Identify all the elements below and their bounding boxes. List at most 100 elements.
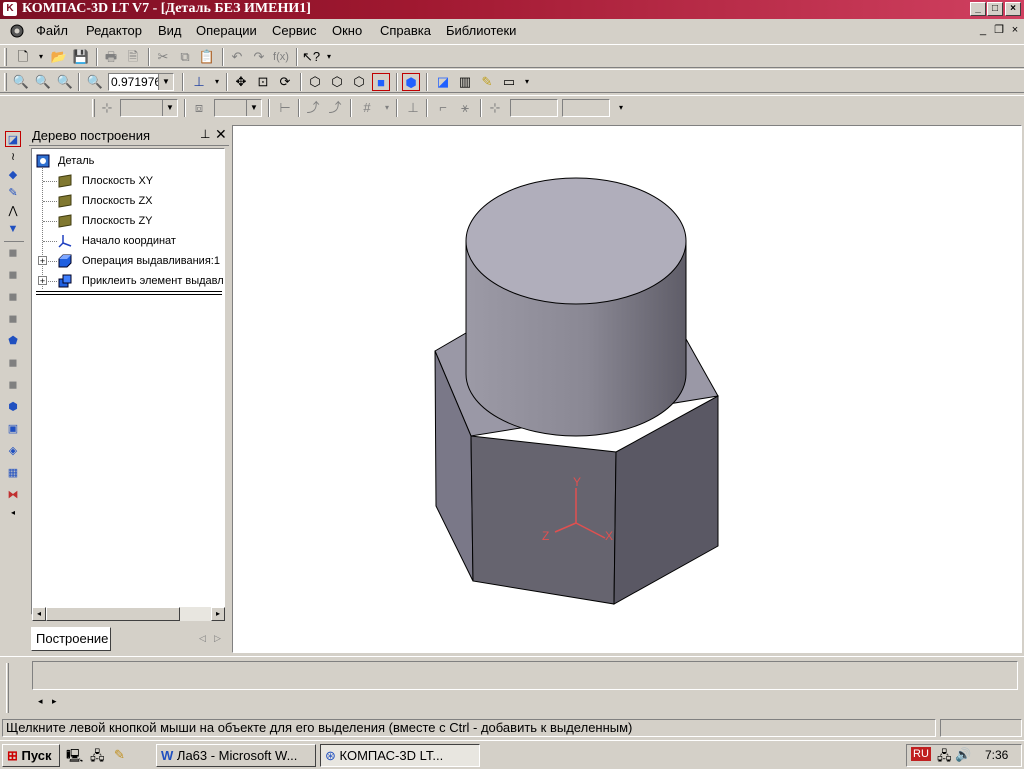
chevron-down-icon[interactable]: ▼ xyxy=(246,100,261,116)
print-preview-icon[interactable]: 🗎 xyxy=(124,48,142,66)
rib-icon[interactable]: ◈ xyxy=(5,443,21,459)
cut-revolve-icon[interactable]: ◼ xyxy=(5,355,21,371)
volume-icon[interactable]: 🔊 xyxy=(955,747,971,763)
revolve-icon[interactable]: ◼ xyxy=(5,267,21,283)
expand-icon[interactable]: + xyxy=(38,276,47,286)
dropdown-arrow-icon[interactable]: ▾ xyxy=(32,48,50,66)
shell-icon[interactable]: ▣ xyxy=(5,421,21,437)
doc-restore-button[interactable]: ❐ xyxy=(992,23,1006,37)
chevron-down-icon[interactable]: ▼ xyxy=(158,74,173,90)
round-icon[interactable]: ⌐ xyxy=(434,99,452,117)
prop-scroll-right-icon[interactable]: ▸ xyxy=(52,696,57,707)
menu-service[interactable]: Сервис xyxy=(272,23,317,39)
snap-magnet-icon[interactable]: ⤴ xyxy=(326,99,344,117)
rotate-icon[interactable]: ⟳ xyxy=(276,73,294,91)
undo-icon[interactable]: ↶ xyxy=(228,48,246,66)
pin-icon[interactable]: ⊥ xyxy=(200,127,210,141)
ortho-icon[interactable]: ⊥ xyxy=(404,99,422,117)
menu-operations[interactable]: Операции xyxy=(196,23,257,39)
zoom-combo[interactable]: 0.971976 ▼ xyxy=(108,73,174,91)
dropdown-arrow-icon[interactable]: ▾ xyxy=(320,48,338,66)
model-canvas[interactable]: Y X Z xyxy=(233,126,1021,652)
start-button[interactable]: ⊞ Пуск xyxy=(2,744,60,767)
snap-point-icon[interactable]: ⊹ xyxy=(98,99,116,117)
menu-editor[interactable]: Редактор xyxy=(86,23,142,39)
menu-help[interactable]: Справка xyxy=(380,23,431,39)
network-icon[interactable]: 🖧 xyxy=(937,747,952,769)
cut-extrude-icon[interactable]: ⬟ xyxy=(5,333,21,349)
zoom-scale-icon[interactable]: 🔍 xyxy=(86,73,104,91)
surfaces-icon[interactable]: ◆ xyxy=(5,167,21,183)
print-icon[interactable]: 🖶 xyxy=(102,48,120,66)
scroll-thumb[interactable] xyxy=(46,607,180,621)
snap-angle-icon[interactable]: ⤴ xyxy=(304,99,322,117)
task-word[interactable]: W Ла63 - Microsoft W... xyxy=(156,744,316,767)
coord-combo-2[interactable]: ▼ xyxy=(214,99,262,117)
document-menu-icon[interactable] xyxy=(8,23,26,39)
fillet-icon[interactable]: ⬢ xyxy=(5,399,21,415)
part-icon[interactable]: ◪ xyxy=(434,73,452,91)
filter-icon[interactable]: ▼ xyxy=(5,221,21,237)
dropdown-arrow-icon[interactable]: ▾ xyxy=(518,73,536,91)
kinematic-icon[interactable]: ◼ xyxy=(5,289,21,305)
tab-scroll-right-icon[interactable]: ▷ xyxy=(214,633,221,644)
property-bar[interactable] xyxy=(32,661,1018,690)
orientation-icon[interactable]: ⊥ xyxy=(190,73,208,91)
sketch-icon[interactable]: ▥ xyxy=(456,73,474,91)
hidden-lines-icon[interactable]: ⬡ xyxy=(328,73,346,91)
cut-kinematic-icon[interactable]: ◼ xyxy=(5,377,21,393)
hidden-thin-lines-icon[interactable]: ⬡ xyxy=(350,73,368,91)
quicklaunch-desktop-icon[interactable]: 🖧 xyxy=(90,747,105,769)
cursor-y-field[interactable] xyxy=(562,99,610,117)
task-kompas[interactable]: ⊛ КОМПАС-3D LT... xyxy=(320,744,480,767)
maximize-button[interactable]: □ xyxy=(987,2,1003,16)
save-icon[interactable]: 💾 xyxy=(72,48,90,66)
menu-libraries[interactable]: Библиотеки xyxy=(446,23,516,39)
chevron-down-icon[interactable]: ▼ xyxy=(162,100,177,116)
mirror-icon[interactable]: ⧓ xyxy=(5,487,21,503)
scroll-left-button[interactable]: ◂ xyxy=(32,607,46,621)
shaded-icon[interactable]: ■ xyxy=(372,73,390,91)
perspective-icon[interactable]: ⬢ xyxy=(402,73,420,91)
open-folder-icon[interactable]: 📂 xyxy=(50,48,68,66)
tab-scroll-left-icon[interactable]: ◁ xyxy=(199,633,206,644)
prop-scroll-left-icon[interactable]: ◂ xyxy=(38,696,43,707)
zoom-window-icon[interactable]: 🔍 xyxy=(12,73,30,91)
variables-icon[interactable]: f(x) xyxy=(272,48,290,66)
language-indicator[interactable]: RU xyxy=(911,747,931,761)
loft-icon[interactable]: ◼ xyxy=(5,311,21,327)
context-help-icon[interactable]: ↖? xyxy=(302,48,320,66)
minimize-button[interactable]: _ xyxy=(970,2,986,16)
close-icon[interactable]: ✕ xyxy=(215,126,227,143)
menu-window[interactable]: Окно xyxy=(332,23,362,39)
measure-icon[interactable]: ⋀ xyxy=(5,203,21,219)
spatial-curves-icon[interactable]: ≀ xyxy=(5,149,21,165)
tree-hscrollbar[interactable]: ◂ ▸ xyxy=(32,607,225,621)
dropdown-arrow-icon[interactable]: ▾ xyxy=(612,99,630,117)
scroll-right-button[interactable]: ▸ xyxy=(211,607,225,621)
new-document-icon[interactable]: 🗋 xyxy=(14,48,32,66)
zoom-in-icon[interactable]: 🔍 xyxy=(34,73,52,91)
doc-minimize-button[interactable]: _ xyxy=(976,23,990,37)
fit-all-icon[interactable]: ⊡ xyxy=(254,73,272,91)
array-icon[interactable]: ▦ xyxy=(5,465,21,481)
edit-tool-icon[interactable]: ✎ xyxy=(478,73,496,91)
doc-close-button[interactable]: × xyxy=(1008,23,1022,37)
zoom-out-icon[interactable]: 🔍 xyxy=(56,73,74,91)
extrude-icon[interactable]: ◼ xyxy=(5,245,21,261)
copy-icon[interactable]: ⧉ xyxy=(176,48,194,66)
tree-view[interactable]: Деталь Плоскость XY Плоскость ZX Плоскос… xyxy=(31,148,225,615)
tab-build[interactable]: Построение xyxy=(31,627,111,651)
redo-icon[interactable]: ↷ xyxy=(250,48,268,66)
wireframe-icon[interactable]: ⬡ xyxy=(306,73,324,91)
paste-icon[interactable]: 📋 xyxy=(198,48,216,66)
cursor-coords-icon[interactable]: ⊹ xyxy=(486,99,504,117)
edit-part-icon[interactable]: ◪ xyxy=(5,131,21,147)
menu-view[interactable]: Вид xyxy=(158,23,182,39)
pan-icon[interactable]: ✥ xyxy=(232,73,250,91)
quicklaunch-app-icon[interactable]: ✎ xyxy=(114,747,125,763)
snap-toggle-icon[interactable]: ⚹ xyxy=(456,99,474,117)
grid-icon[interactable]: # xyxy=(358,99,376,117)
expand-icon[interactable]: + xyxy=(38,256,47,266)
dropdown-arrow-icon[interactable]: ▾ xyxy=(378,99,396,117)
